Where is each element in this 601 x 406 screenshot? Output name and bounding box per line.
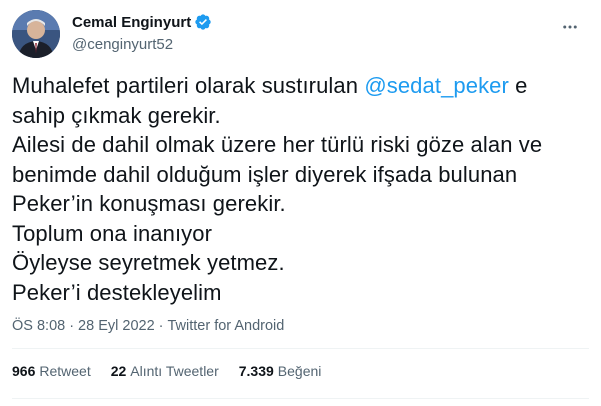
tweet-line: Öyleyse seyretmek yetmez. [12,250,285,275]
retweets-stat[interactable]: 966 Retweet [12,363,91,379]
quotes-stat[interactable]: 22 Alıntı Tweetler [111,363,219,379]
tweet-line: Peker’i destekleyelim [12,279,222,305]
tweet-line: Muhalefet partileri olarak sustırulan @s… [12,73,528,98]
likes-count: 7.339 [238,363,274,379]
tweet-time[interactable]: ÖS 8:08 [12,318,65,334]
quotes-count: 22 [110,363,127,379]
tweet-line: Peker’in konuşması gerekir. [12,191,286,216]
more-options-button[interactable] [559,16,581,38]
divider [12,348,589,349]
author-handle[interactable]: @cenginyurt52 [72,36,212,53]
author-display-name[interactable]: Cemal Enginyurt [72,14,191,31]
divider [12,398,589,399]
tweet-line: Toplum ona inanıyor [12,220,213,246]
quotes-label: Alıntı Tweetler [130,363,219,379]
likes-stat[interactable]: 7.339 Beğeni [239,363,322,379]
avatar[interactable] [12,10,60,58]
meta-separator: · [158,318,164,334]
tweet-text: Muhalefet partileri olarak sustırulan @s… [12,71,592,307]
tweet-date[interactable]: 28 Eyl 2022 [78,318,155,334]
tweet-header: Cemal Enginyurt @cenginyurt52 [12,10,591,58]
retweets-count: 966 [12,363,36,379]
tweet-line: sahip çıkmak gerekir. [12,102,221,128]
retweets-label: Retweet [39,363,91,379]
tweet-meta: ÖS 8:08 · 28 Eyl 2022 · Twitter for Andr… [12,318,284,334]
likes-label: Beğeni [277,363,322,379]
author-names: Cemal Enginyurt @cenginyurt52 [72,11,212,53]
mention-link[interactable]: @sedat_peker [364,73,509,98]
tweet-line: Ailesi de dahil olmak üzere her türlü ri… [12,132,543,157]
more-horizontal-icon [563,25,577,29]
tweet-card: Cemal Enginyurt @cenginyurt52 Muhalefet … [0,0,601,406]
verified-badge-icon [195,14,211,30]
tweet-line: benimde dahil olduğum işler diyerek ifşa… [12,161,518,187]
tweet-source[interactable]: Twitter for Android [167,318,284,334]
meta-separator: · [69,318,75,334]
tweet-stats: 966 Retweet 22 Alıntı Tweetler 7.339 Beğeni [12,363,341,379]
